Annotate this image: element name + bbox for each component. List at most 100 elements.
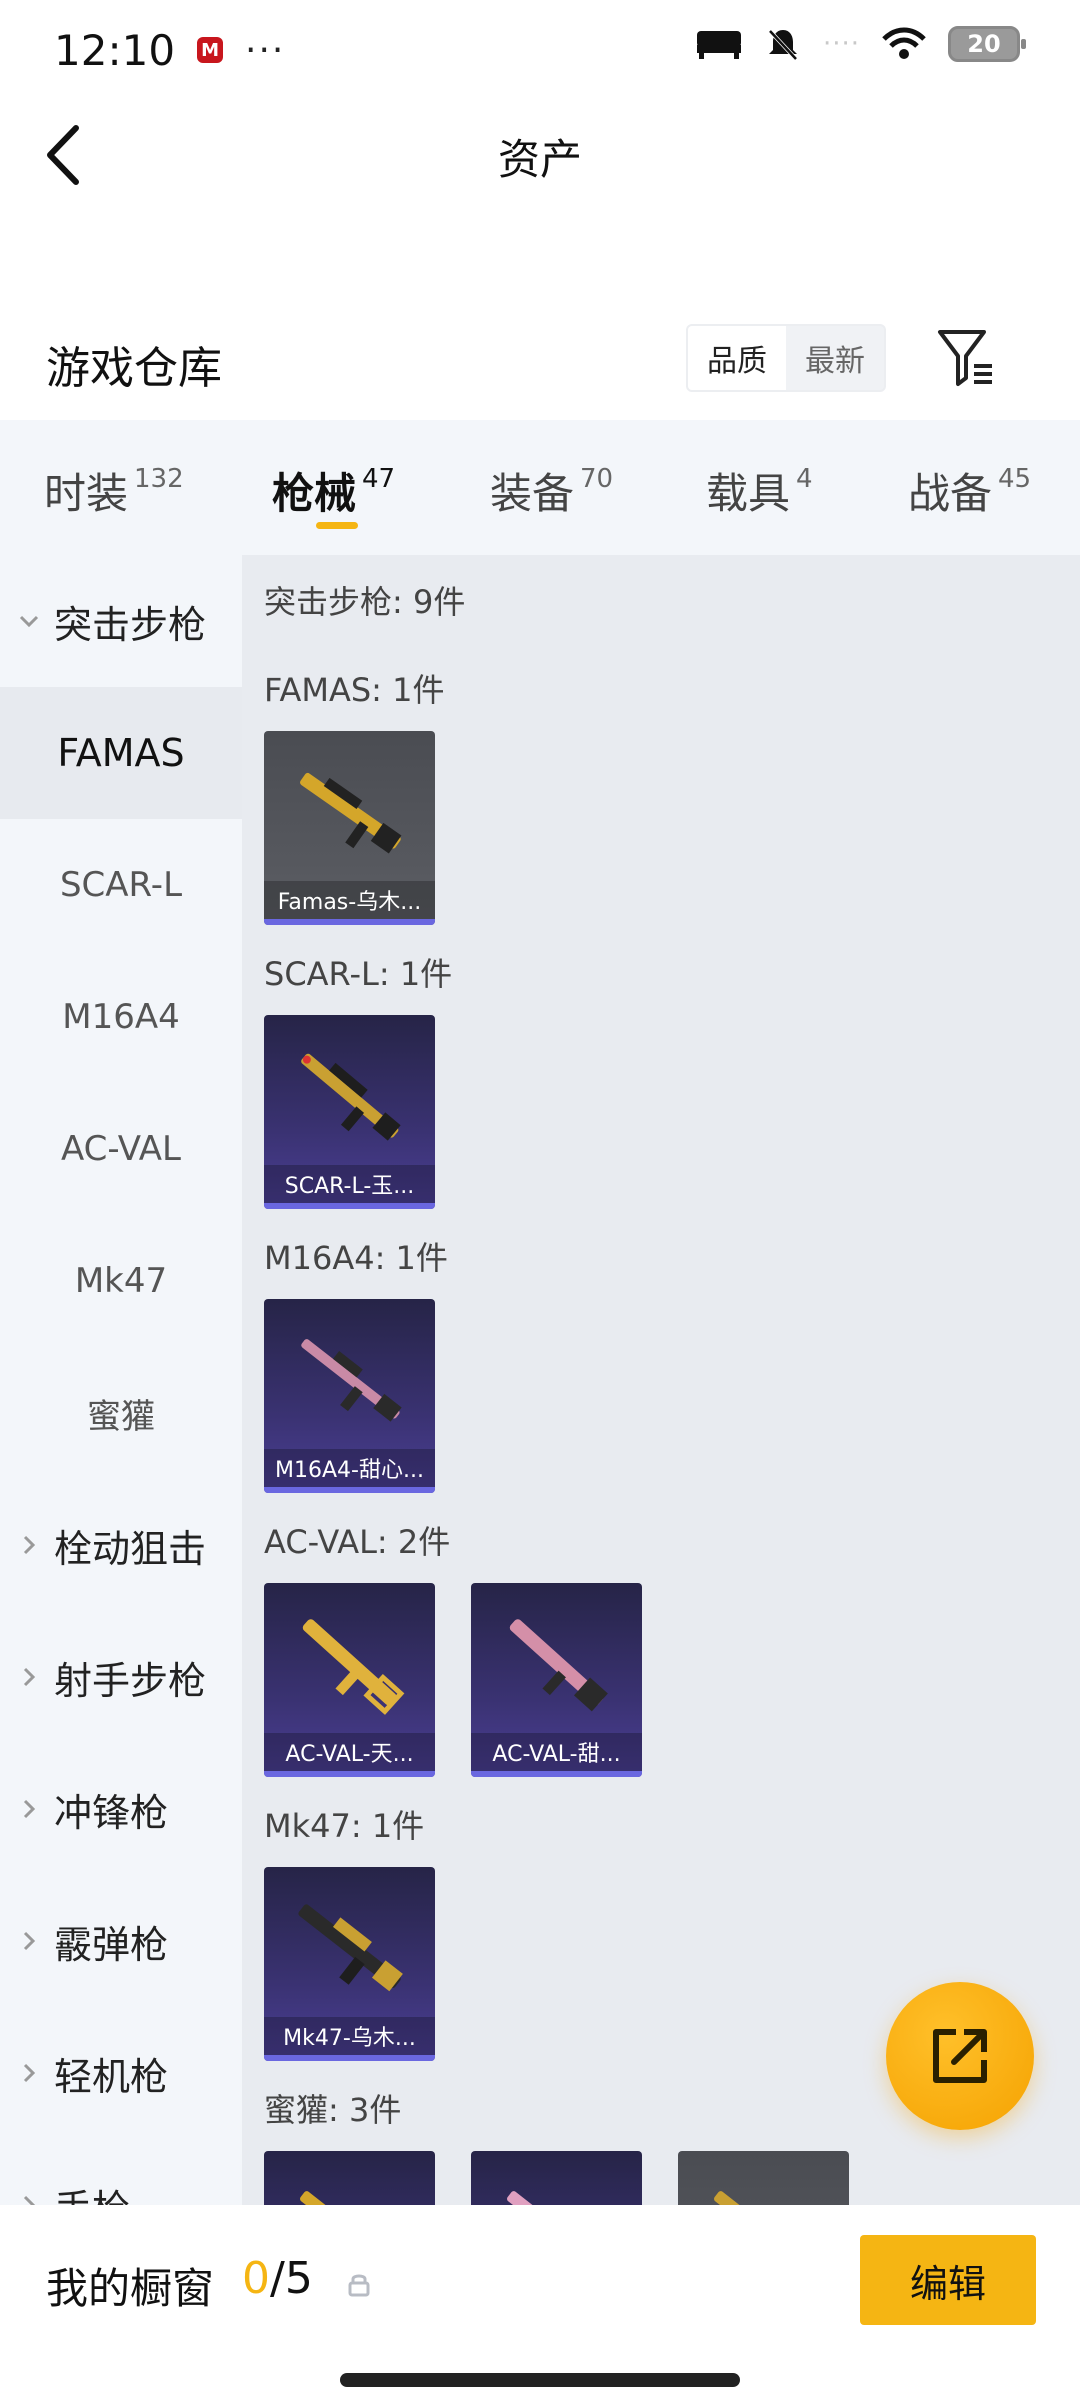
more-notifications-icon: ··· (245, 29, 286, 71)
sidebar-group-shotgun[interactable]: 霰弹枪 (0, 1875, 242, 2007)
rifle-icon (301, 1339, 402, 1422)
rarity-bar (264, 1771, 435, 1777)
tab-supplies[interactable]: 战备 45 (908, 460, 1031, 521)
mute-icon (768, 29, 798, 61)
category-tabs: 时装 132 枪械 47 装备 70 载具 4 战备 45 (0, 420, 1080, 555)
rarity-bar (264, 1487, 435, 1493)
rarity-bar (264, 919, 435, 925)
sidebar-group-lmg[interactable]: 轻机枪 (0, 2007, 242, 2139)
status-bar: 12:10 M ··· ···· 20 (0, 0, 1080, 100)
signal-dots-icon: ···· (822, 29, 860, 59)
wifi-icon (882, 27, 926, 59)
sidebar-group-bolt-sniper[interactable]: 栓动狙击 (0, 1479, 242, 1611)
weapon-name: AC-VAL-甜... (471, 1733, 642, 1771)
tab-count: 47 (362, 464, 396, 494)
sidebar-item-famas[interactable]: FAMAS (0, 687, 242, 819)
tab-count: 4 (796, 464, 813, 494)
bottom-bar: 我的橱窗 0/5 编辑 (0, 2205, 1080, 2400)
chevron-right-icon (18, 2062, 40, 2084)
chevron-down-icon (18, 610, 40, 632)
filter-icon[interactable] (936, 324, 996, 390)
sort-newest-button[interactable]: 最新 (786, 326, 884, 390)
tab-label: 时装 (44, 469, 129, 518)
weapon-name: M16A4-甜心... (264, 1449, 435, 1487)
weapon-card[interactable] (471, 2151, 642, 2205)
sidebar-group-label: 射手步枪 (54, 1658, 207, 1703)
section-label: SCAR-L: 1件 (264, 955, 453, 993)
share-icon (933, 2029, 987, 2083)
rifle-icon (302, 1619, 405, 1715)
app-header: 资产 (0, 100, 1080, 210)
edit-button[interactable]: 编辑 (860, 2235, 1036, 2325)
sidebar-group-assault-rifle[interactable]: 突击步枪 (0, 555, 242, 687)
sidebar-item-m16a4[interactable]: M16A4 (0, 951, 242, 1083)
rifle-icon (509, 1619, 608, 1712)
tab-label: 枪械 (272, 469, 357, 518)
showcase-count-current: 0 (242, 2253, 270, 2304)
rifle-icon (507, 2191, 607, 2205)
sidebar-item-honey-badger[interactable]: 蜜獾 (0, 1347, 242, 1479)
weapon-card[interactable]: SCAR-L-玉... (264, 1015, 435, 1209)
section-label: AC-VAL: 2件 (264, 1523, 451, 1561)
sort-toggle: 品质 最新 (686, 324, 886, 392)
home-indicator[interactable] (340, 2373, 740, 2387)
section-label: M16A4: 1件 (264, 1239, 448, 1277)
warehouse-title: 游戏仓库 (46, 343, 222, 394)
sidebar-item-scar-l[interactable]: SCAR-L (0, 819, 242, 951)
tab-count: 45 (998, 464, 1032, 494)
rifle-icon (301, 1053, 401, 1141)
active-tab-indicator (316, 522, 358, 529)
rarity-bar (264, 2055, 435, 2061)
showcase-count-total: /5 (270, 2253, 313, 2304)
tab-count: 70 (580, 464, 614, 494)
weapon-name: Mk47-乌木... (264, 2017, 435, 2055)
weapon-card[interactable]: Famas-乌木... (264, 731, 435, 925)
rifle-icon (300, 772, 402, 854)
weapon-name: SCAR-L-玉... (264, 1165, 435, 1203)
tab-label: 装备 (490, 469, 575, 518)
sort-quality-button[interactable]: 品质 (688, 326, 786, 390)
sidebar-group-marksman[interactable]: 射手步枪 (0, 1611, 242, 1743)
weapon-name: AC-VAL-天... (264, 1733, 435, 1771)
weapon-card[interactable]: AC-VAL-甜... (471, 1583, 642, 1777)
battery-icon: 20 (948, 26, 1026, 62)
category-summary: 突击步枪: 9件 (264, 583, 466, 621)
sidebar-item-ac-val[interactable]: AC-VAL (0, 1083, 242, 1215)
chevron-right-icon (18, 1666, 40, 1688)
sidebar-group-pistol[interactable]: 手枪 (0, 2139, 242, 2205)
rarity-bar (264, 1203, 435, 1209)
tab-equipment[interactable]: 装备 70 (490, 460, 613, 521)
sidebar-group-label: 栓动狙击 (54, 1526, 207, 1571)
showcase-count: 0/5 (242, 2253, 313, 2304)
lock-icon (348, 2274, 370, 2297)
status-time: 12:10 (54, 25, 176, 75)
sidebar-group-label: 冲锋枪 (54, 1790, 169, 1835)
weapon-card[interactable]: M16A4-甜心... (264, 1299, 435, 1493)
tab-vehicles[interactable]: 载具 4 (706, 460, 813, 521)
sidebar-item-mk47[interactable]: Mk47 (0, 1215, 242, 1347)
sidebar-group-smg[interactable]: 冲锋枪 (0, 1743, 242, 1875)
tab-firearms[interactable]: 枪械 47 (272, 460, 395, 521)
tab-fashion[interactable]: 时装 132 (44, 460, 184, 521)
tab-label: 载具 (706, 469, 791, 518)
weapon-card[interactable]: Mk47-乌木... (264, 1867, 435, 2061)
sidebar-group-label: 轻机枪 (54, 2054, 169, 2099)
weapon-card[interactable]: AC-VAL-天... (264, 1583, 435, 1777)
bed-mode-icon (696, 31, 741, 59)
chevron-right-icon (18, 1930, 40, 1952)
sidebar-group-label: 手枪 (54, 2178, 130, 2206)
weapon-card[interactable] (678, 2151, 849, 2205)
section-label: Mk47: 1件 (264, 1807, 425, 1845)
weapon-type-sidebar: 突击步枪 FAMAS SCAR-L M16A4 AC-VAL Mk47 蜜獾 栓… (0, 555, 242, 2205)
showcase-label: 我的橱窗 (46, 2264, 215, 2313)
sidebar-group-label: 霰弹枪 (54, 1922, 169, 1967)
rarity-bar (471, 1771, 642, 1777)
chevron-right-icon (18, 1798, 40, 1820)
rifle-icon (298, 1904, 403, 1992)
tab-count: 132 (134, 464, 184, 494)
section-label: 蜜獾: 3件 (264, 2091, 402, 2129)
weapon-name: Famas-乌木... (264, 881, 435, 919)
tab-label: 战备 (908, 469, 993, 518)
weapon-card[interactable] (264, 2151, 435, 2205)
share-button[interactable] (886, 1982, 1034, 2130)
